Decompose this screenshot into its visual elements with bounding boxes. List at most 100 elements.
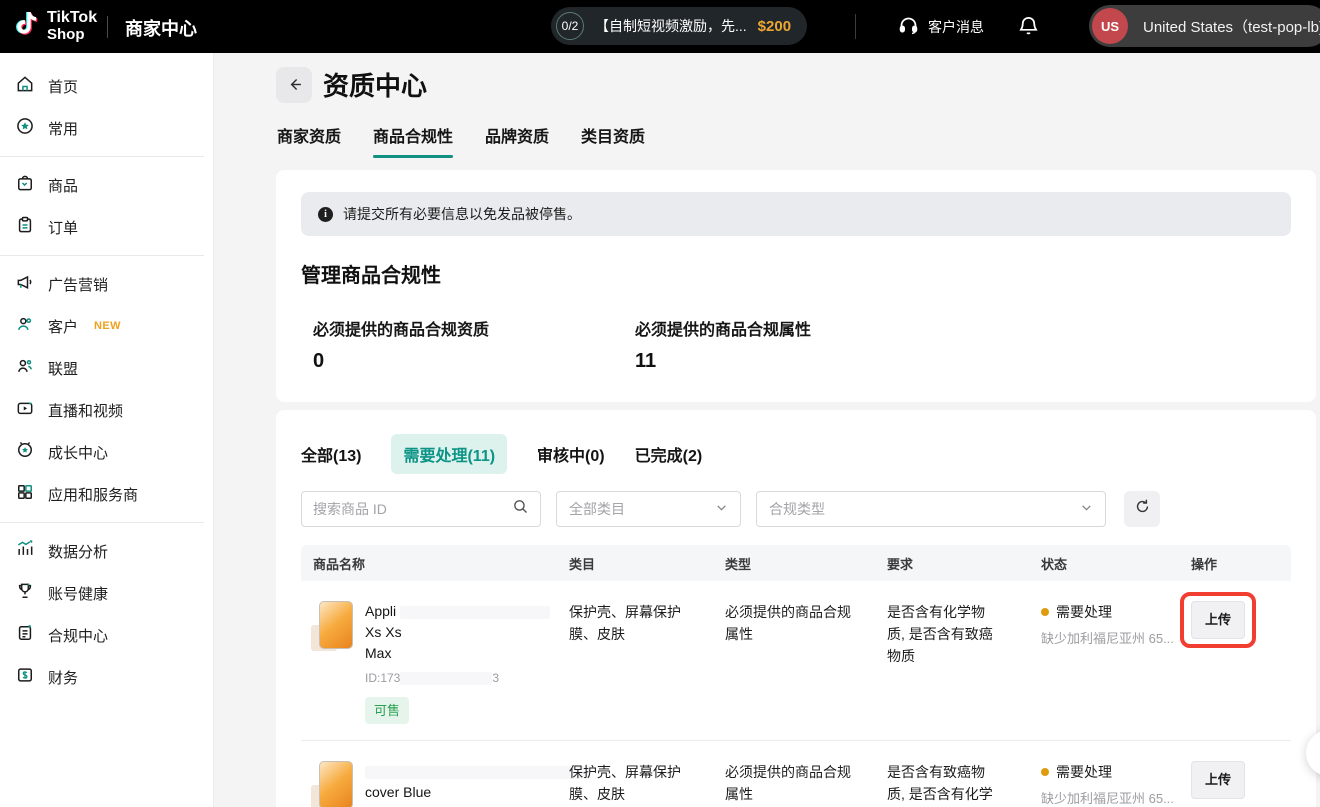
sidebar-item-home[interactable]: 首页 (0, 65, 213, 107)
promo-banner[interactable]: 0/2 【自制短视频激励，先... $200 (551, 7, 807, 45)
bag-icon (15, 173, 35, 197)
stat-value: 0 (313, 350, 635, 373)
info-icon: i (318, 207, 333, 222)
upload-button[interactable]: 上传 (1191, 601, 1245, 639)
tab-product-compliance[interactable]: 商品合规性 (373, 123, 453, 158)
customer-messages-button[interactable]: 客户消息 (898, 0, 984, 53)
growth-icon (15, 440, 35, 464)
table-row: Appli Xs Xs Max ID:1733 可售 保护壳、屏幕保护膜、皮肤 … (301, 581, 1291, 741)
back-button[interactable] (276, 67, 312, 103)
sidebar-item-label: 合规中心 (48, 625, 108, 646)
compliance-list-card: 全部(13) 需要处理(11) 审核中(0) 已完成(2) 全部类目 合规类型 (276, 410, 1316, 807)
col-product-name: 商品名称 (301, 554, 569, 573)
account-health-icon (15, 581, 35, 605)
header-separator (855, 14, 856, 39)
tab-completed[interactable]: 已完成(2) (635, 442, 703, 466)
upload-button[interactable]: 上传 (1191, 761, 1245, 799)
region-label: United States（test-pop-lb) (1143, 16, 1320, 37)
redacted-text (400, 672, 492, 685)
sidebar-item-compliance-center[interactable]: 合规中心 (0, 614, 213, 656)
sidebar-item-label: 商品 (48, 175, 78, 196)
megaphone-icon (15, 272, 35, 296)
requirement-cell: 是否含有致癌物质, 是否含有化学物质 (887, 761, 1041, 807)
customers-icon (15, 314, 35, 338)
sidebar-item-apps-services[interactable]: 应用和服务商 (0, 473, 213, 515)
stat-label: 必须提供的商品合规资质 (313, 316, 635, 340)
sidebar-item-ads-marketing[interactable]: 广告营销 (0, 263, 213, 305)
col-action: 操作 (1191, 554, 1291, 573)
search-input[interactable] (313, 501, 504, 517)
header-divider (107, 16, 108, 38)
tiktok-shop-logo[interactable]: TikTok Shop (13, 8, 97, 45)
sidebar-item-customers[interactable]: 客户 NEW (0, 305, 213, 347)
tab-in-review[interactable]: 审核中(0) (537, 442, 605, 466)
redacted-text (365, 766, 590, 779)
status-filter-tabs: 全部(13) 需要处理(11) 审核中(0) 已完成(2) (301, 438, 1291, 470)
sidebar-item-label: 账号健康 (48, 583, 108, 604)
sidebar-item-label: 财务 (48, 667, 78, 688)
top-header: TikTok Shop 商家中心 0/2 【自制短视频激励，先... $200 … (0, 0, 1320, 53)
promo-text: 【自制短视频激励，先... (595, 16, 747, 36)
tab-brand-qualifications[interactable]: 品牌资质 (485, 123, 549, 158)
red-highlight-annotation: 上传 (1180, 592, 1256, 648)
sidebar-item-account-health[interactable]: 账号健康 (0, 572, 213, 614)
live-video-icon (15, 398, 35, 422)
action-cell: 上传 (1191, 761, 1291, 807)
sidebar-item-products[interactable]: 商品 (0, 164, 213, 206)
sidebar-item-label: 订单 (48, 217, 78, 238)
sidebar-item-analytics[interactable]: 数据分析 (0, 530, 213, 572)
product-title-line2: cover Blue (365, 782, 590, 803)
sidebar-nav: 首页 常用 商品 订单 广告营销 客户 NEW 联盟 直播和视频 成长中心 应用… (0, 53, 214, 807)
sidebar-item-affiliate[interactable]: 联盟 (0, 347, 213, 389)
sidebar-item-label: 常用 (48, 118, 78, 139)
sellable-badge: 可售 (365, 697, 409, 724)
chevron-down-icon (715, 501, 728, 517)
customer-messages-label: 客户消息 (928, 17, 984, 37)
home-icon (15, 74, 35, 98)
status-detail: 缺少加利福尼亚州 65... (1041, 628, 1191, 650)
sidebar-item-frequently-used[interactable]: 常用 (0, 107, 213, 149)
type-cell: 必须提供的商品合规属性 (725, 601, 887, 724)
tab-category-qualifications[interactable]: 类目资质 (581, 123, 645, 158)
headset-icon (898, 15, 919, 39)
compliance-icon (15, 623, 35, 647)
search-icon (512, 498, 529, 520)
compliance-overview-card: i 请提交所有必要信息以免发品被停售。 管理商品合规性 必须提供的商品合规资质 … (276, 170, 1316, 402)
product-id: ID:1733 (365, 668, 569, 689)
sidebar-item-label: 直播和视频 (48, 400, 123, 421)
sidebar-item-orders[interactable]: 订单 (0, 206, 213, 248)
refresh-button[interactable] (1124, 491, 1160, 527)
notifications-bell-button[interactable] (1017, 14, 1040, 42)
col-requirement: 要求 (887, 554, 1041, 573)
qualification-tabs: 商家资质 商品合规性 品牌资质 类目资质 (277, 123, 645, 158)
col-category: 类目 (569, 554, 725, 573)
tab-all[interactable]: 全部(13) (301, 442, 361, 466)
table-header: 商品名称 类目 类型 要求 状态 操作 (301, 545, 1291, 581)
promo-counter-badge: 0/2 (556, 12, 584, 40)
stat-required-qualifications: 必须提供的商品合规资质 0 (313, 316, 635, 373)
section-title: 管理商品合规性 (301, 259, 1291, 288)
compliance-type-dropdown[interactable]: 合规类型 (756, 491, 1106, 527)
apps-icon (15, 482, 35, 506)
category-filter-dropdown[interactable]: 全部类目 (556, 491, 741, 527)
refresh-icon (1134, 498, 1151, 520)
bell-icon (1017, 24, 1040, 41)
table-row: cover Blue ID:171706 可售 保护壳、屏幕保护膜、皮肤 必须提… (301, 741, 1291, 807)
tab-needs-action[interactable]: 需要处理(11) (391, 434, 507, 474)
sidebar-item-growth-center[interactable]: 成长中心 (0, 431, 213, 473)
tab-merchant-qualifications[interactable]: 商家资质 (277, 123, 341, 158)
sidebar-item-label: 客户 (48, 316, 78, 337)
sidebar-item-finance[interactable]: 财务 (0, 656, 213, 698)
sidebar-item-live-video[interactable]: 直播和视频 (0, 389, 213, 431)
region-selector[interactable]: US United States（test-pop-lb) (1089, 5, 1320, 47)
affiliate-icon (15, 356, 35, 380)
requirement-cell: 是否含有化学物质, 是否含有致癌物质 (887, 601, 1041, 724)
stat-value: 11 (635, 350, 957, 373)
sidebar-divider (0, 156, 204, 157)
status-detail: 缺少加利福尼亚州 65... (1041, 788, 1191, 807)
product-id-search[interactable] (301, 491, 541, 527)
page-title: 资质中心 (323, 66, 427, 103)
sidebar-divider (0, 255, 204, 256)
status-dot (1041, 608, 1049, 616)
stat-label: 必须提供的商品合规属性 (635, 316, 957, 340)
